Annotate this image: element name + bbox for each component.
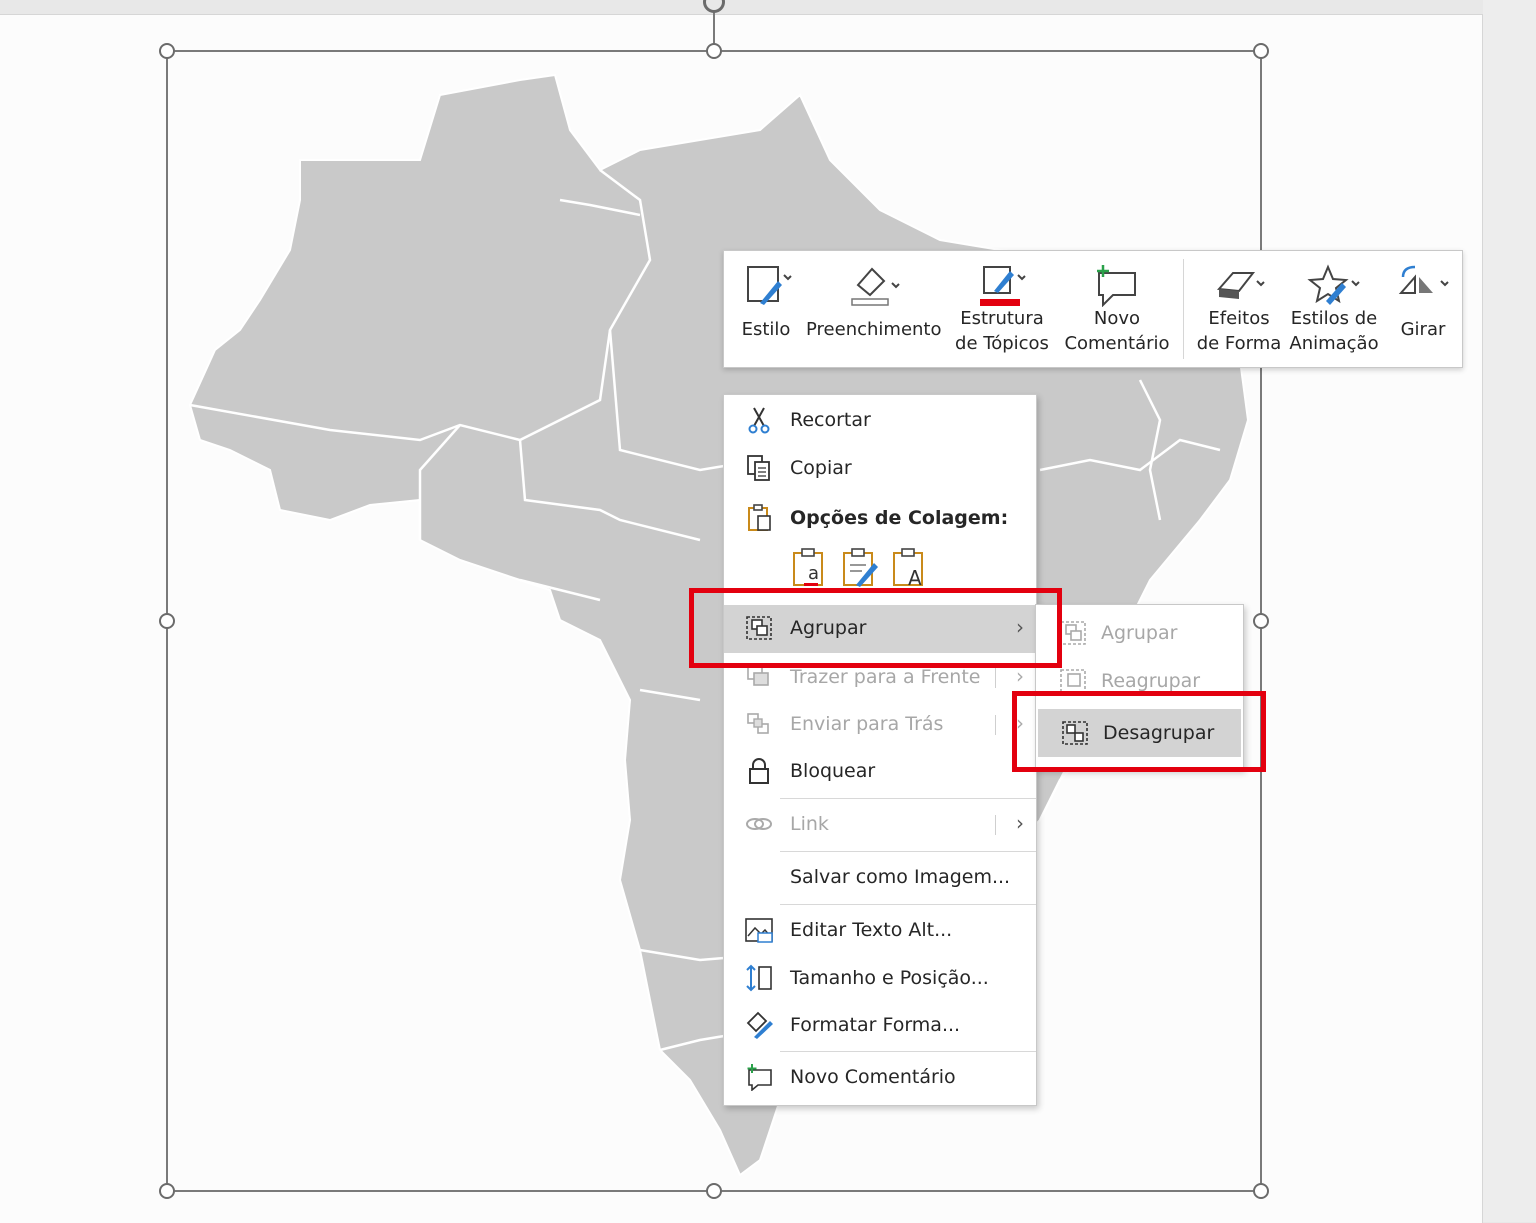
fill-label: Preenchimento <box>806 319 942 340</box>
menu-item-send-back[interactable]: Enviar para Trás › <box>724 701 1036 747</box>
save-image-label: Salvar como Imagem... <box>790 866 1011 888</box>
alt-text-label: Editar Texto Alt... <box>790 919 953 941</box>
cut-label: Recortar <box>790 409 871 431</box>
resize-handle-mr[interactable] <box>1253 613 1269 629</box>
style-button[interactable]: Estilo <box>732 251 800 367</box>
scissors-icon <box>748 407 770 434</box>
menu-item-save-image[interactable]: Salvar como Imagem... <box>724 854 1036 900</box>
menu-divider <box>780 851 1036 852</box>
new-comment-icon <box>747 1064 772 1091</box>
new-comment-button[interactable]: Novo Comentário <box>1062 251 1172 367</box>
split-divider <box>995 668 996 688</box>
style-label: Estilo <box>741 319 791 340</box>
copy-icon <box>747 455 770 481</box>
menu-divider <box>780 1051 1036 1052</box>
effects-label-1: Efeitos <box>1208 308 1270 329</box>
outline-button[interactable]: Estrutura de Tópicos <box>952 251 1052 367</box>
comment-label-1: Novo <box>1093 308 1141 329</box>
submenu-item-group[interactable]: Agrupar <box>1036 609 1243 657</box>
menu-divider <box>780 904 1036 905</box>
animation-styles-button[interactable]: Estilos de Animação <box>1288 251 1380 367</box>
paint-bucket-icon <box>850 267 900 306</box>
split-divider <box>995 715 996 735</box>
menu-item-size-position[interactable]: Tamanho e Posição... <box>724 955 1036 1001</box>
new-comment-label: Novo Comentário <box>790 1066 956 1088</box>
outline-label-2: de Tópicos <box>955 333 1049 354</box>
paste-keep-source-icon[interactable]: a <box>790 547 830 589</box>
anim-label-1: Estilos de <box>1290 308 1378 329</box>
chevron-right-icon: › <box>1016 811 1024 835</box>
resize-handle-tr[interactable] <box>1253 43 1269 59</box>
highlight-box-ungroup <box>1012 691 1266 772</box>
rotate-label: Girar <box>1400 319 1446 340</box>
paste-text-only-icon[interactable]: A <box>890 547 930 589</box>
menu-item-new-comment[interactable]: Novo Comentário <box>724 1054 1036 1100</box>
split-divider <box>995 815 996 835</box>
shape-style-icon <box>747 266 792 305</box>
copy-label: Copiar <box>790 457 852 479</box>
shape-effects-button[interactable]: Efeitos de Forma <box>1194 251 1284 367</box>
bring-front-label: Trazer para a Frente <box>790 666 981 688</box>
resize-handle-bl[interactable] <box>159 1183 175 1199</box>
lock-icon <box>749 758 769 784</box>
resize-handle-bc[interactable] <box>706 1183 722 1199</box>
context-menu: Recortar Copiar Opções de Colagem: a A A… <box>723 394 1037 1106</box>
menu-item-alt-text[interactable]: Editar Texto Alt... <box>724 907 1036 953</box>
link-label: Link <box>790 813 829 835</box>
paste-options-row: a A <box>788 547 968 591</box>
menu-item-paste-options: Opções de Colagem: <box>724 495 1036 541</box>
shape-outline-icon <box>980 266 1026 306</box>
menu-item-format-shape[interactable]: Formatar Forma... <box>724 1002 1036 1048</box>
mini-toolbar: Estilo Preenchimento Estrutura de Tópico… <box>723 250 1463 368</box>
paste-options-label: Opções de Colagem: <box>790 507 1009 529</box>
anim-label-2: Animação <box>1289 333 1379 354</box>
resize-handle-tl[interactable] <box>159 43 175 59</box>
menu-item-copy[interactable]: Copiar <box>724 445 1036 491</box>
comment-label-2: Comentário <box>1064 333 1170 354</box>
menu-item-cut[interactable]: Recortar <box>724 397 1036 443</box>
format-shape-icon <box>746 1011 773 1039</box>
rotate-button[interactable]: Girar <box>1388 251 1458 367</box>
group-icon <box>1060 621 1086 645</box>
fill-button[interactable]: Preenchimento <box>806 251 942 367</box>
new-comment-icon <box>1097 265 1136 307</box>
menu-item-link[interactable]: Link › <box>724 801 1036 847</box>
lock-label: Bloquear <box>790 760 876 782</box>
paste-destination-theme-icon[interactable] <box>840 547 880 589</box>
outline-label-1: Estrutura <box>960 308 1044 329</box>
size-position-icon <box>746 964 772 992</box>
effects-label-2: de Forma <box>1196 333 1282 354</box>
send-back-label: Enviar para Trás <box>790 713 944 735</box>
size-position-label: Tamanho e Posição... <box>790 967 989 989</box>
link-icon <box>746 818 772 830</box>
alt-text-icon <box>745 918 773 943</box>
svg-text:a: a <box>808 563 819 584</box>
rotate-icon <box>1398 265 1449 294</box>
shape-effects-icon <box>1216 272 1265 299</box>
resize-handle-tc[interactable] <box>706 43 722 59</box>
clipboard-icon <box>748 504 771 531</box>
format-shape-label: Formatar Forma... <box>790 1014 961 1036</box>
animation-star-icon <box>1307 264 1360 305</box>
submenu-group-label: Agrupar <box>1101 622 1178 644</box>
highlight-box-group <box>689 588 1062 668</box>
menu-item-lock[interactable]: Bloquear <box>724 748 1036 794</box>
resize-handle-ml[interactable] <box>159 613 175 629</box>
resize-handle-br[interactable] <box>1253 1183 1269 1199</box>
send-back-icon <box>747 713 769 734</box>
toolbar-divider <box>1183 259 1184 359</box>
svg-text:A: A <box>908 566 922 589</box>
menu-divider <box>780 798 1036 799</box>
submenu-regroup-label: Reagrupar <box>1101 670 1201 692</box>
